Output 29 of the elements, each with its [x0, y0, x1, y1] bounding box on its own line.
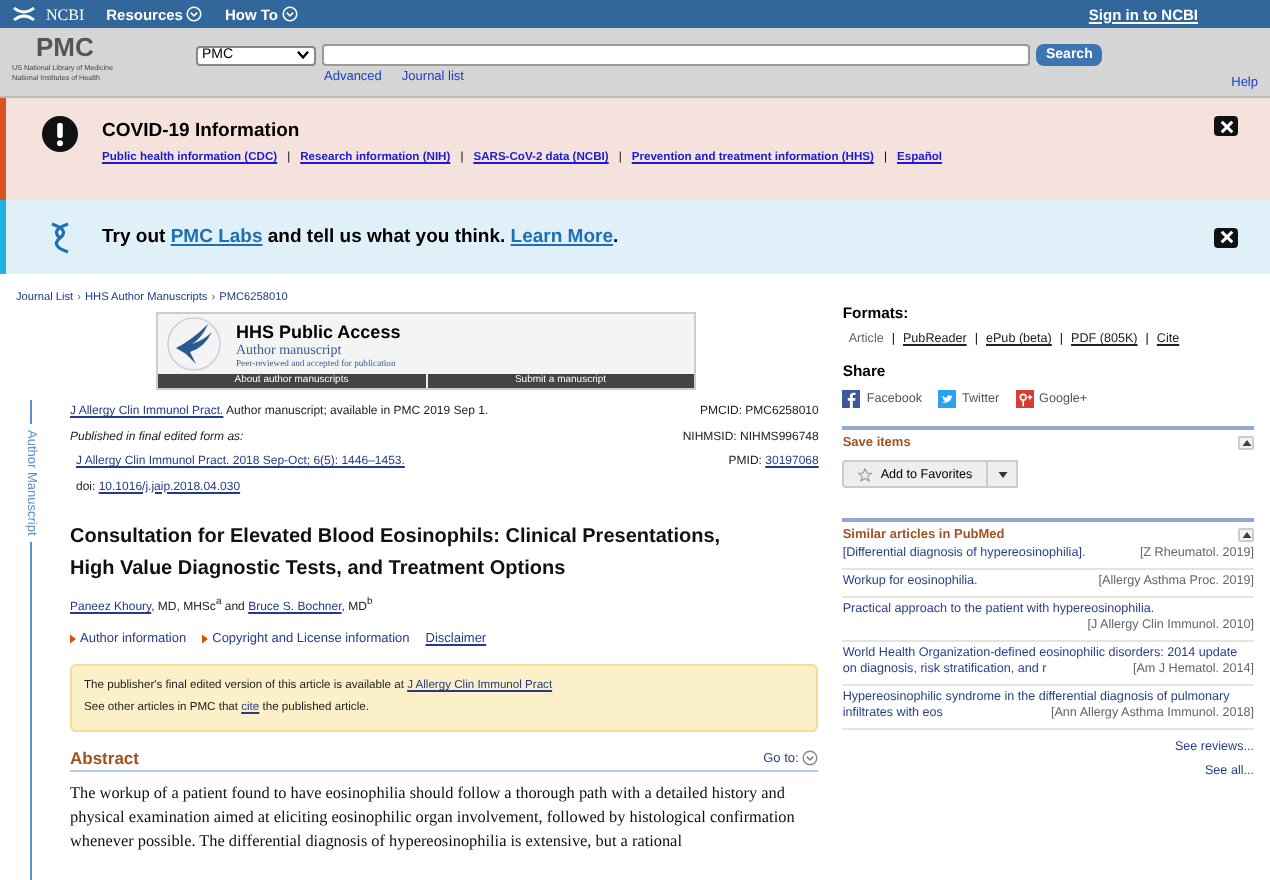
google-plus-icon[interactable]	[1015, 390, 1034, 408]
section-heading: Abstract	[70, 748, 141, 768]
ncbi-logo[interactable]: NCBI	[46, 5, 85, 23]
star-icon[interactable]	[858, 467, 873, 481]
chevron-icon[interactable]	[282, 6, 299, 22]
close-button[interactable]	[1214, 227, 1238, 247]
dropdown-icon[interactable]	[802, 750, 819, 766]
abstract-text: The workup of a patient found to have eosinophilia should follow a thorough path with a detailed history and physical examination aimed at eliciting eosinophilic organ involvement, followed by histological confirmation whenever possible. The differential diagnosis of hypereosinophilia is extensive, but a rational	[70, 782, 797, 854]
banner-link[interactable]: PMC Labs	[170, 226, 263, 248]
triangle-icon[interactable]	[202, 634, 209, 644]
eagle-logo-icon	[164, 316, 224, 372]
exclamation-icon	[42, 116, 78, 152]
hhs-title: HHS Public Access	[236, 321, 401, 341]
collapse-button[interactable]	[1238, 528, 1254, 542]
collapse-button[interactable]	[1238, 436, 1254, 450]
caret-icon[interactable]	[997, 471, 1008, 477]
search-field[interactable]	[322, 44, 1030, 66]
pmc-logo[interactable]: PMC	[36, 32, 184, 64]
banner-link[interactable]: Learn More	[510, 226, 614, 248]
banner-title: COVID-19 Information	[102, 120, 302, 142]
twitter-icon[interactable]	[938, 390, 956, 408]
article-title: Consultation for Elevated Blood Eosinophils: Clinical Presentations, High Value Diagnostic Tests, and Treatment Options	[70, 524, 723, 584]
close-button[interactable]	[1214, 116, 1238, 136]
chevron-icon[interactable]	[186, 6, 203, 22]
facebook-icon[interactable]	[842, 390, 861, 408]
triangle-icon[interactable]	[70, 634, 76, 644]
caret-icon[interactable]	[296, 50, 310, 60]
banner-message: Try out PMC Labs and tell us what you think. Learn More.	[102, 226, 621, 248]
dropdown-button[interactable]	[988, 460, 1019, 488]
